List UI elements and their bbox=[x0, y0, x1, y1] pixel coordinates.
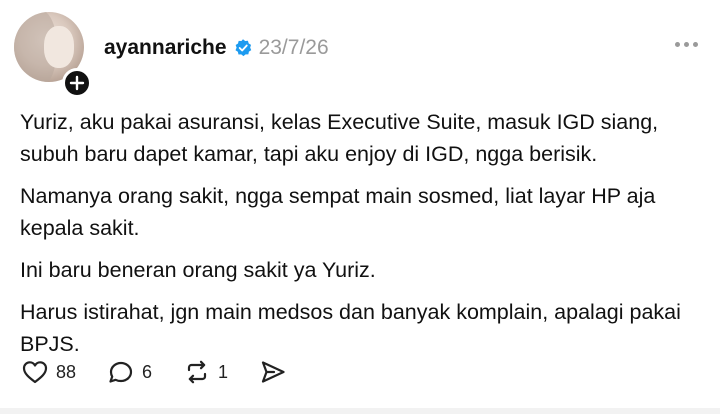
share-button[interactable] bbox=[258, 357, 288, 387]
repost-icon bbox=[187, 360, 207, 384]
follow-button[interactable] bbox=[62, 68, 92, 98]
username[interactable]: ayannariche bbox=[104, 36, 227, 60]
comment-count: 6 bbox=[142, 361, 153, 382]
more-icon-dot bbox=[675, 42, 680, 47]
post-paragraph: Yuriz, aku pakai asuransi, kelas Executi… bbox=[20, 110, 659, 166]
post-paragraph: Namanya orang sakit, ngga sempat main so… bbox=[20, 184, 656, 240]
heart-icon bbox=[22, 361, 48, 384]
post-header: ayannariche 23/7/26 bbox=[104, 36, 329, 60]
action-bar: 88 6 1 bbox=[20, 357, 318, 387]
more-icon-dot bbox=[693, 42, 698, 47]
share-icon bbox=[261, 361, 285, 383]
verified-icon bbox=[235, 39, 251, 57]
timestamp: 23/7/26 bbox=[258, 36, 329, 59]
post-text: Yuriz, aku pakai asuransi, kelas Executi… bbox=[20, 106, 710, 370]
post-paragraph: Harus istirahat, jgn main medsos dan ban… bbox=[20, 300, 681, 356]
comment-button[interactable]: 6 bbox=[106, 357, 152, 387]
plus-icon bbox=[69, 75, 85, 91]
like-button[interactable]: 88 bbox=[20, 357, 76, 387]
avatar-face bbox=[44, 26, 74, 68]
repost-button[interactable]: 1 bbox=[182, 357, 228, 387]
like-count: 88 bbox=[56, 361, 77, 382]
divider bbox=[0, 408, 720, 414]
more-button[interactable] bbox=[675, 42, 698, 47]
post-paragraph: Ini baru beneran orang sakit ya Yuriz. bbox=[20, 258, 376, 282]
comment-icon bbox=[109, 361, 133, 383]
repost-count: 1 bbox=[218, 361, 229, 382]
more-icon-dot bbox=[684, 42, 689, 47]
